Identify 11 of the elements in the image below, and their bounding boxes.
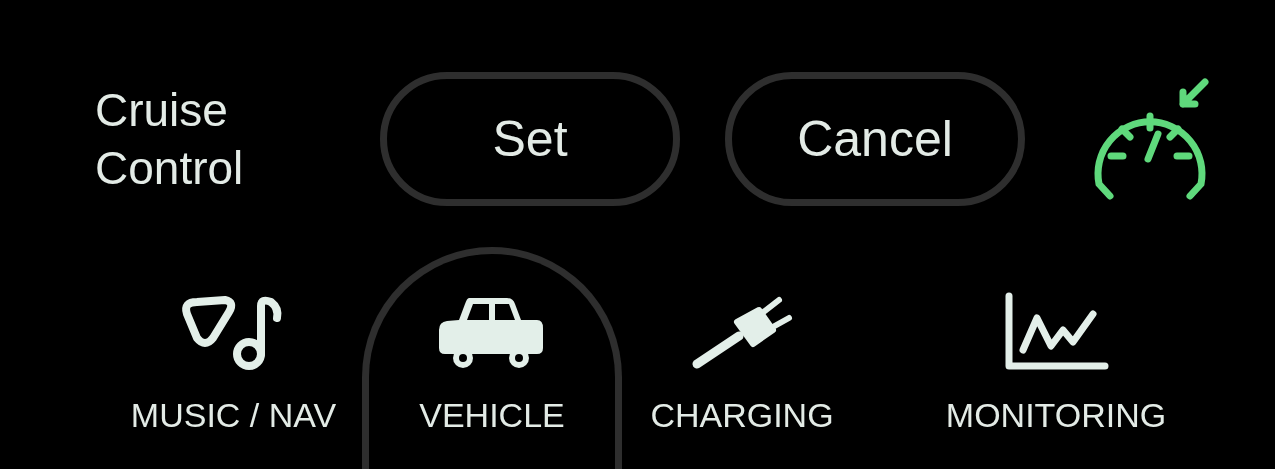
nav-tab[interactable]: MUSIC / NAV xyxy=(105,247,362,469)
nav-tab[interactable]: MONITORING xyxy=(862,247,1250,469)
cruise-button[interactable]: Cancel xyxy=(725,72,1025,206)
cruise-control-title: Cruise Control xyxy=(95,83,245,196)
cruise-button[interactable]: Set xyxy=(380,72,680,206)
tab-label: MUSIC / NAV xyxy=(130,396,337,435)
tab-label: CHARGING xyxy=(650,396,834,435)
tab-label: VEHICLE xyxy=(419,396,565,435)
tab-label: MONITORING xyxy=(945,396,1167,435)
nav-tab[interactable]: VEHICLE xyxy=(362,247,622,469)
nav-tab[interactable]: CHARGING xyxy=(622,247,862,469)
